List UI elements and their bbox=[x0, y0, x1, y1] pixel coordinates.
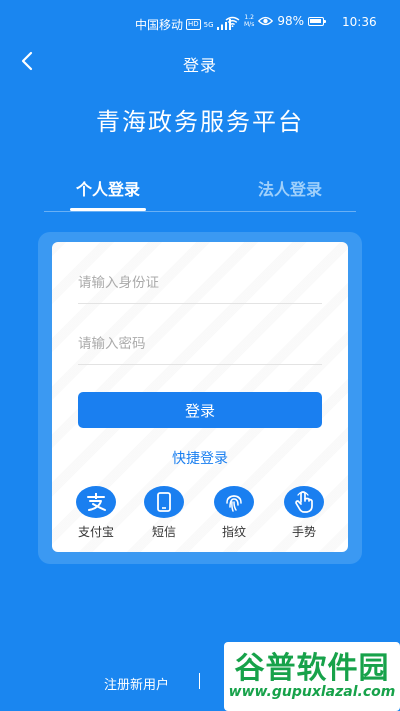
carrier-label: 中国移动 bbox=[135, 18, 184, 32]
eye-icon bbox=[258, 16, 274, 26]
status-right: 1.2 M/s 98% bbox=[225, 14, 326, 28]
quick-login-methods: 支付宝 短信 指纹 手势 bbox=[52, 486, 348, 542]
password-field bbox=[78, 325, 322, 365]
quick-login-label[interactable]: 快捷登录 bbox=[52, 448, 348, 468]
fingerprint-label: 指纹 bbox=[221, 525, 246, 539]
battery-icon bbox=[308, 16, 326, 26]
alipay-label: 支付宝 bbox=[77, 525, 114, 539]
fingerprint-login-button[interactable]: 指纹 bbox=[204, 486, 264, 540]
speed-unit: M/s bbox=[244, 21, 255, 28]
signal-type: 5G bbox=[203, 20, 214, 29]
sms-label: 短信 bbox=[151, 525, 176, 539]
clock: 10:36 bbox=[342, 15, 377, 29]
fingerprint-icon bbox=[214, 486, 254, 518]
tab-personal-login[interactable]: 个人登录 bbox=[58, 176, 158, 200]
tab-legal-login[interactable]: 法人登录 bbox=[240, 176, 340, 200]
footer-separator bbox=[199, 673, 200, 689]
gesture-login-button[interactable]: 手势 bbox=[274, 486, 334, 540]
speed-value: 1.2 bbox=[244, 14, 254, 21]
gesture-icon bbox=[284, 486, 324, 518]
watermark-name: 谷普软件园 bbox=[234, 651, 390, 686]
gesture-label: 手势 bbox=[291, 525, 316, 539]
wifi-icon bbox=[225, 16, 240, 27]
page-title: 登录 bbox=[182, 56, 217, 75]
battery-percent: 98% bbox=[277, 14, 304, 28]
register-link[interactable]: 注册新用户 bbox=[104, 674, 169, 693]
alipay-icon bbox=[76, 486, 116, 518]
login-card: 登录 快捷登录 支付宝 短信 bbox=[52, 242, 348, 552]
id-field bbox=[78, 264, 322, 304]
status-left: 中国移动 HD 5G bbox=[135, 16, 231, 33]
tabs-divider bbox=[44, 211, 356, 212]
site-watermark-logo: 谷普软件园 www.gupuxlazal.com bbox=[224, 642, 400, 711]
hd-badge: HD bbox=[186, 19, 201, 30]
phone-icon bbox=[144, 486, 184, 518]
password-input[interactable] bbox=[78, 325, 322, 363]
network-speed: 1.2 M/s bbox=[244, 14, 254, 28]
alipay-login-button[interactable]: 支付宝 bbox=[66, 486, 126, 540]
login-button[interactable]: 登录 bbox=[78, 392, 322, 428]
id-number-input[interactable] bbox=[78, 264, 322, 302]
status-bar: 中国移动 HD 5G 1.2 M/s 98% 10:36 bbox=[0, 0, 400, 44]
sms-login-button[interactable]: 短信 bbox=[134, 486, 194, 540]
watermark-url: www.gupuxlazal.com bbox=[228, 684, 396, 700]
platform-title: 青海政务服务平台 bbox=[96, 108, 304, 136]
